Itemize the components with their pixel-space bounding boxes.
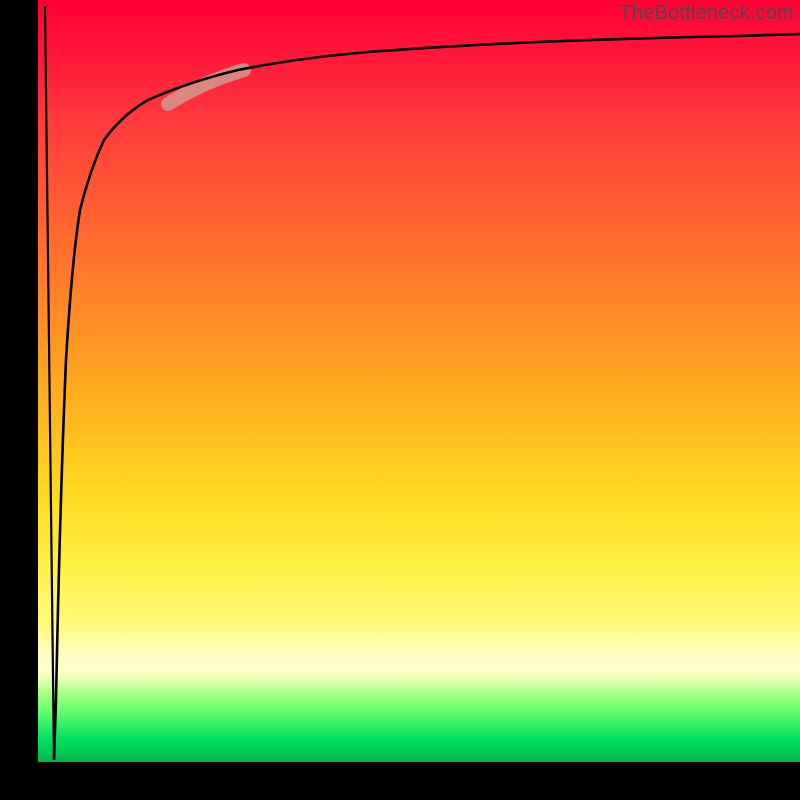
frame-bottom <box>0 762 800 800</box>
curve-layer <box>38 0 800 762</box>
bottleneck-curve <box>54 34 800 760</box>
frame-left <box>0 0 38 800</box>
initial-spike <box>45 6 54 760</box>
watermark-label: TheBottleneck.com <box>619 2 794 25</box>
root: TheBottleneck.com <box>0 0 800 800</box>
plot-area <box>38 0 800 762</box>
